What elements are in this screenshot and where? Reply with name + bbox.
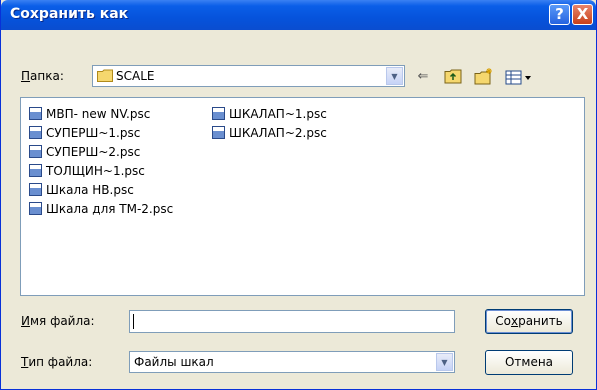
lookin-combobox[interactable]: SCALE ▼ xyxy=(92,65,405,87)
view-menu-icon[interactable] xyxy=(504,67,534,87)
close-button[interactable]: X xyxy=(572,4,593,25)
psc-file-icon xyxy=(29,107,42,120)
psc-file-icon xyxy=(29,202,42,215)
title-bar[interactable]: Сохранить как ? X xyxy=(1,0,596,30)
back-arrow-icon[interactable]: ⇐ xyxy=(413,67,433,87)
filetype-label: Тип файла: xyxy=(21,355,93,369)
list-item[interactable]: Шкала НВ.psc xyxy=(29,183,134,199)
list-item[interactable]: ТОЛЩИН~1.psc xyxy=(29,164,145,180)
lookin-value: SCALE xyxy=(97,69,154,83)
filetype-value: Файлы шкал xyxy=(134,355,214,369)
chevron-down-icon[interactable]: ▼ xyxy=(386,67,403,85)
psc-file-icon xyxy=(29,183,42,196)
dialog-title: Сохранить как xyxy=(10,6,129,22)
save-as-dialog: Сохранить как ? X Папка: SCALE ▼ ⇐ МВП- … xyxy=(0,0,597,390)
text-caret xyxy=(133,314,134,329)
list-item[interactable]: СУПЕРШ~2.psc xyxy=(29,145,140,161)
filename-label: Имя файла: xyxy=(21,314,95,328)
filename-input[interactable] xyxy=(129,310,455,333)
cancel-button[interactable]: Отмена xyxy=(485,350,573,375)
lookin-label: Папка: xyxy=(21,69,64,83)
up-folder-icon[interactable] xyxy=(443,67,463,87)
chevron-down-icon[interactable]: ▼ xyxy=(436,353,453,371)
psc-file-icon xyxy=(212,107,225,120)
file-list[interactable]: МВП- new NV.psc СУПЕРШ~1.psc СУПЕРШ~2.ps… xyxy=(20,97,585,296)
psc-file-icon xyxy=(29,126,42,139)
psc-file-icon xyxy=(212,126,225,139)
psc-file-icon xyxy=(29,145,42,158)
save-button[interactable]: Сохранить xyxy=(485,309,573,334)
filetype-combobox[interactable]: Файлы шкал ▼ xyxy=(129,351,455,373)
folder-icon xyxy=(97,69,113,82)
list-item[interactable]: Шкала для ТМ-2.psc xyxy=(29,202,173,218)
help-button[interactable]: ? xyxy=(549,4,570,25)
list-item[interactable]: МВП- new NV.psc xyxy=(29,107,150,123)
list-item[interactable]: ШКАЛАП~2.psc xyxy=(212,126,327,142)
list-item[interactable]: СУПЕРШ~1.psc xyxy=(29,126,140,142)
list-item[interactable]: ШКАЛАП~1.psc xyxy=(212,107,327,123)
psc-file-icon xyxy=(29,164,42,177)
new-folder-icon[interactable] xyxy=(474,67,494,87)
